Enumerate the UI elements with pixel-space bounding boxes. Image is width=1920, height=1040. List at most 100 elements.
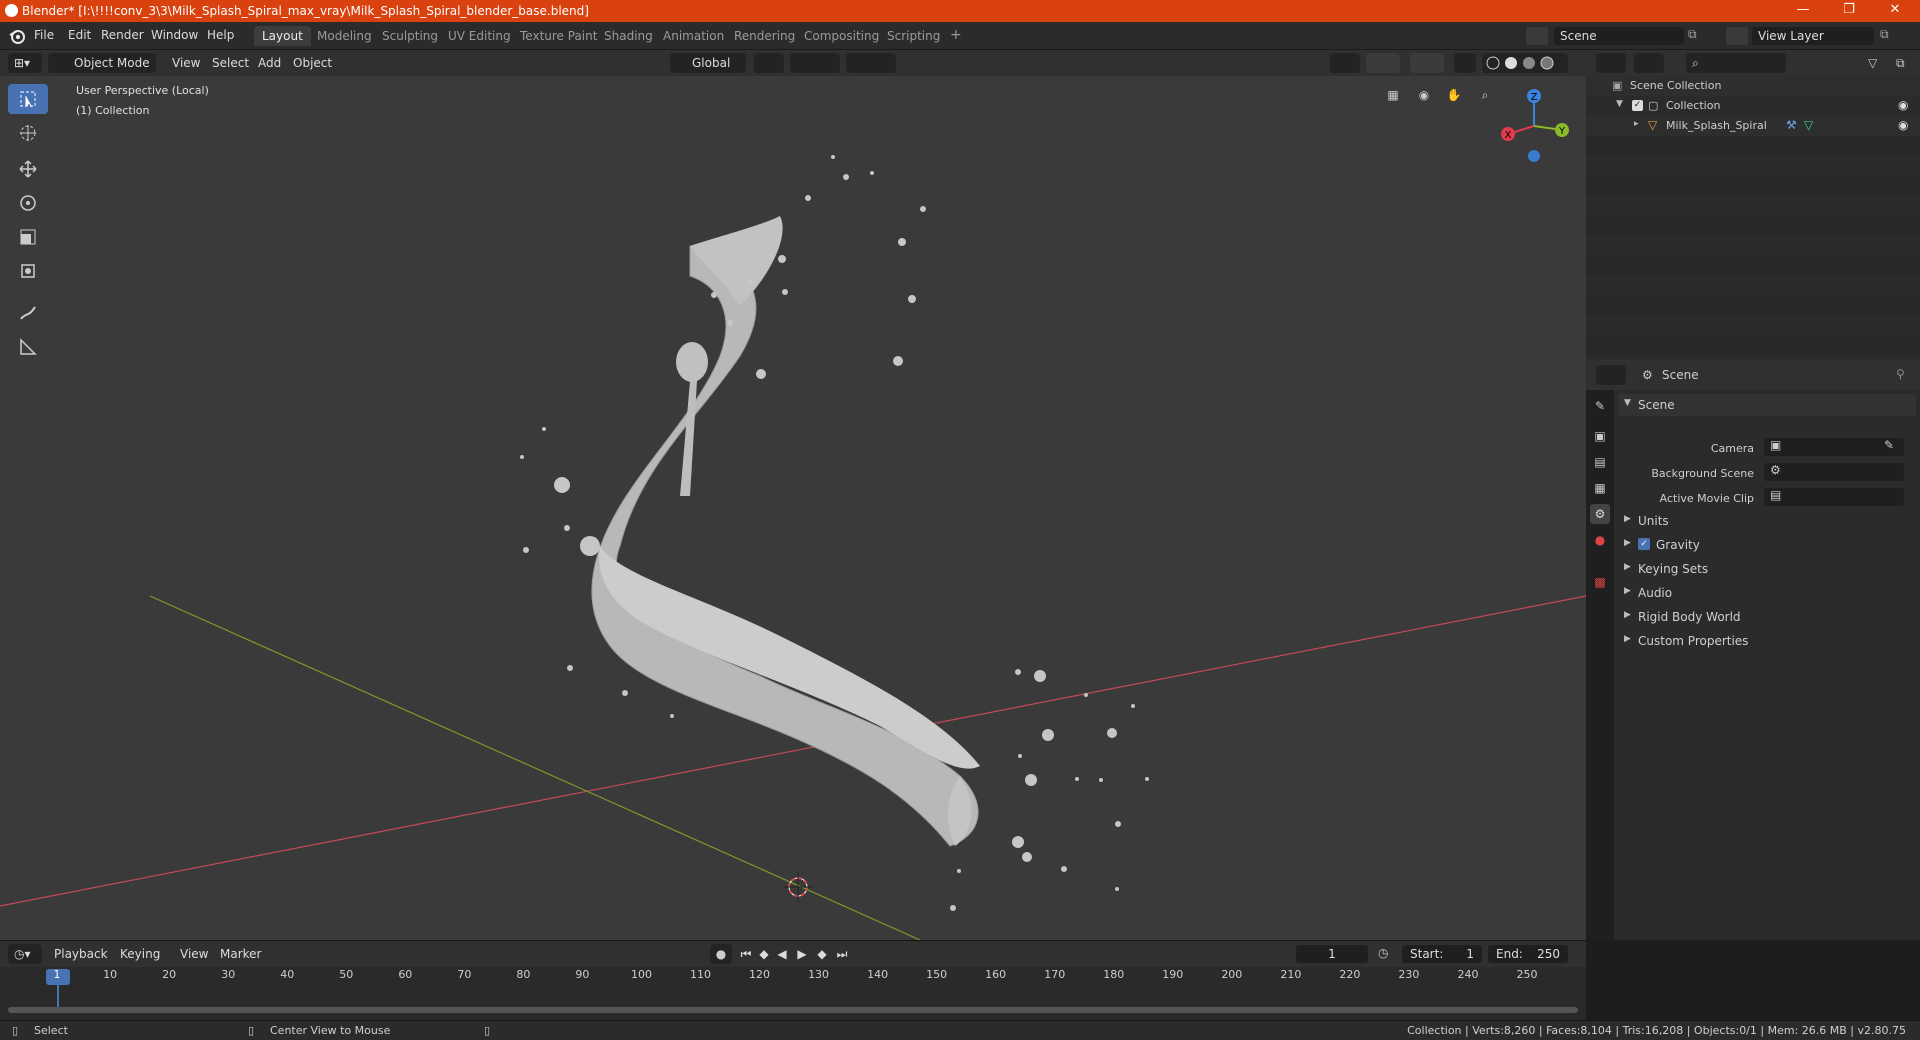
proportional-edit-icon[interactable]	[846, 53, 896, 73]
tab-uv-editing[interactable]: UV Editing	[440, 26, 519, 46]
visibility-icon[interactable]	[1330, 53, 1360, 73]
minimize-button[interactable]: —	[1780, 0, 1826, 22]
expand-arrow-icon[interactable]: ▸	[1634, 119, 1639, 129]
menu-add[interactable]: Add	[252, 53, 287, 73]
restore-button[interactable]: ❐	[1826, 0, 1872, 22]
timeline-editor-type-icon[interactable]: ◷▾	[8, 944, 42, 964]
keying-menu[interactable]: Keying	[116, 944, 164, 964]
object-mode-dropdown[interactable]: Object Mode	[48, 53, 156, 73]
shading-mode-buttons[interactable]	[1482, 53, 1568, 73]
rotate-tool[interactable]	[8, 188, 48, 218]
play-icon[interactable]: ▶	[794, 944, 810, 964]
camera-view-icon[interactable]: ◉	[1413, 88, 1435, 110]
start-frame-field[interactable]: Start: 1	[1402, 945, 1482, 963]
tab-layout[interactable]: Layout	[254, 26, 311, 46]
tab-rendering[interactable]: Rendering	[726, 26, 803, 46]
tab-animation[interactable]: Animation	[655, 26, 732, 46]
gravity-checkbox[interactable]: ✓	[1638, 538, 1650, 550]
menu-view[interactable]: View	[166, 53, 206, 73]
add-workspace-button[interactable]: +	[942, 24, 970, 44]
scene-browse-icon[interactable]	[1526, 27, 1548, 45]
xray-toggle-icon[interactable]	[1454, 53, 1476, 73]
jump-end-icon[interactable]: ⏭	[834, 944, 850, 964]
close-button[interactable]: ✕	[1872, 0, 1918, 22]
move-tool[interactable]	[8, 154, 48, 184]
prev-keyframe-icon[interactable]: ◆	[756, 944, 772, 964]
menu-object[interactable]: Object	[287, 53, 338, 73]
marker-menu[interactable]: Marker	[216, 944, 265, 964]
jump-start-icon[interactable]: ⏮	[738, 944, 754, 964]
playback-menu[interactable]: Playback	[50, 944, 112, 964]
menu-edit[interactable]: Edit	[68, 28, 91, 42]
tab-sculpting[interactable]: Sculpting	[374, 26, 446, 46]
grid-view-icon[interactable]: ▦	[1382, 88, 1404, 110]
scale-tool[interactable]	[8, 222, 48, 252]
measure-tool[interactable]	[8, 332, 48, 362]
eye-icon[interactable]: ◉	[1898, 98, 1908, 112]
menu-render[interactable]: Render	[101, 28, 144, 42]
new-view-layer-icon[interactable]: ⧉	[1880, 27, 1898, 45]
outliner-row-object[interactable]: ▸ ▽ Milk_Splash_Spiral ⚒ ▽ ◉	[1586, 116, 1920, 136]
outliner-search-input[interactable]: ⌕	[1686, 53, 1786, 73]
3d-viewport[interactable]: User Perspective (Local) (1) Collection …	[0, 76, 1586, 940]
outliner-row-scene-collection[interactable]: ▣ Scene Collection	[1586, 76, 1920, 96]
background-scene-field[interactable]: ⚙	[1764, 463, 1904, 481]
pan-hand-icon[interactable]: ✋	[1443, 88, 1465, 110]
gizmo-toggle-icon[interactable]	[1366, 53, 1400, 73]
keying-sets-subpanel[interactable]: ▶ Keying Sets	[1618, 558, 1916, 580]
scene-name-field[interactable]: Scene	[1554, 27, 1684, 45]
pin-icon[interactable]: ⚲	[1896, 367, 1905, 381]
annotate-tool[interactable]	[8, 298, 48, 328]
menu-select[interactable]: Select	[206, 53, 255, 73]
new-scene-icon[interactable]: ⧉	[1688, 27, 1706, 45]
current-frame-field[interactable]: 1	[1296, 945, 1368, 963]
snap-icon[interactable]	[790, 53, 840, 73]
next-keyframe-icon[interactable]: ◆	[814, 944, 830, 964]
scene-section-header[interactable]: ▼ Scene	[1618, 394, 1916, 416]
collection-checkbox[interactable]: ✓	[1632, 100, 1643, 111]
expand-arrow-icon[interactable]: ▼	[1616, 99, 1623, 109]
transform-orientation-dropdown[interactable]: Global	[670, 53, 746, 73]
world-tab-icon[interactable]: ●	[1590, 530, 1610, 550]
view-layer-browse-icon[interactable]	[1726, 27, 1748, 45]
output-tab-icon[interactable]: ▤	[1590, 452, 1610, 472]
play-reverse-icon[interactable]: ◀	[774, 944, 790, 964]
display-mode-icon[interactable]	[1634, 53, 1664, 73]
preview-range-icon[interactable]: ◷	[1378, 946, 1388, 960]
menu-window[interactable]: Window	[151, 28, 198, 42]
timeline-view-menu[interactable]: View	[176, 944, 212, 964]
tab-texture-paint[interactable]: Texture Paint	[512, 26, 605, 46]
eye-icon[interactable]: ◉	[1898, 118, 1908, 132]
units-subpanel[interactable]: ▶ Units	[1618, 510, 1916, 532]
overlay-toggle-icon[interactable]	[1410, 53, 1444, 73]
new-collection-icon[interactable]: ⧉	[1896, 53, 1916, 73]
mesh-data-icon[interactable]: ▽	[1804, 118, 1813, 132]
rigid-body-world-subpanel[interactable]: ▶ Rigid Body World	[1618, 606, 1916, 628]
menu-file[interactable]: File	[34, 28, 54, 42]
camera-field[interactable]: ▣	[1764, 438, 1904, 456]
view-layer-field[interactable]: View Layer	[1752, 27, 1874, 45]
tab-compositing[interactable]: Compositing	[796, 26, 887, 46]
view-layer-tab-icon[interactable]: ▦	[1590, 478, 1610, 498]
gravity-subpanel[interactable]: ▶ ✓ Gravity	[1618, 534, 1916, 556]
cursor-tool[interactable]	[8, 118, 48, 148]
properties-editor-type-icon[interactable]	[1596, 365, 1626, 385]
outliner-editor-type-icon[interactable]	[1596, 53, 1626, 73]
menu-help[interactable]: Help	[207, 28, 234, 42]
texture-tab-icon[interactable]: ▩	[1590, 572, 1610, 592]
scene-tab-icon[interactable]: ⚙	[1590, 504, 1610, 524]
tab-shading[interactable]: Shading	[596, 26, 661, 46]
filter-icon[interactable]: ▽	[1868, 53, 1892, 73]
render-tab-icon[interactable]: ▣	[1590, 426, 1610, 446]
modifier-wrench-icon[interactable]: ⚒	[1786, 118, 1797, 132]
editor-type-icon[interactable]: ⊞▾	[8, 53, 42, 73]
tab-scripting[interactable]: Scripting	[879, 26, 948, 46]
audio-subpanel[interactable]: ▶ Audio	[1618, 582, 1916, 604]
transform-tool[interactable]	[8, 256, 48, 286]
outliner-row-collection[interactable]: ▼ ✓ ▢ Collection ◉	[1586, 96, 1920, 116]
custom-properties-subpanel[interactable]: ▶ Custom Properties	[1618, 630, 1916, 652]
timeline-scrollbar[interactable]	[8, 1007, 1578, 1013]
eyedropper-icon[interactable]: ✎	[1884, 438, 1894, 452]
tool-tab-icon[interactable]: ✎	[1590, 396, 1610, 416]
navigation-gizmo[interactable]: Z X Y	[1494, 84, 1574, 164]
